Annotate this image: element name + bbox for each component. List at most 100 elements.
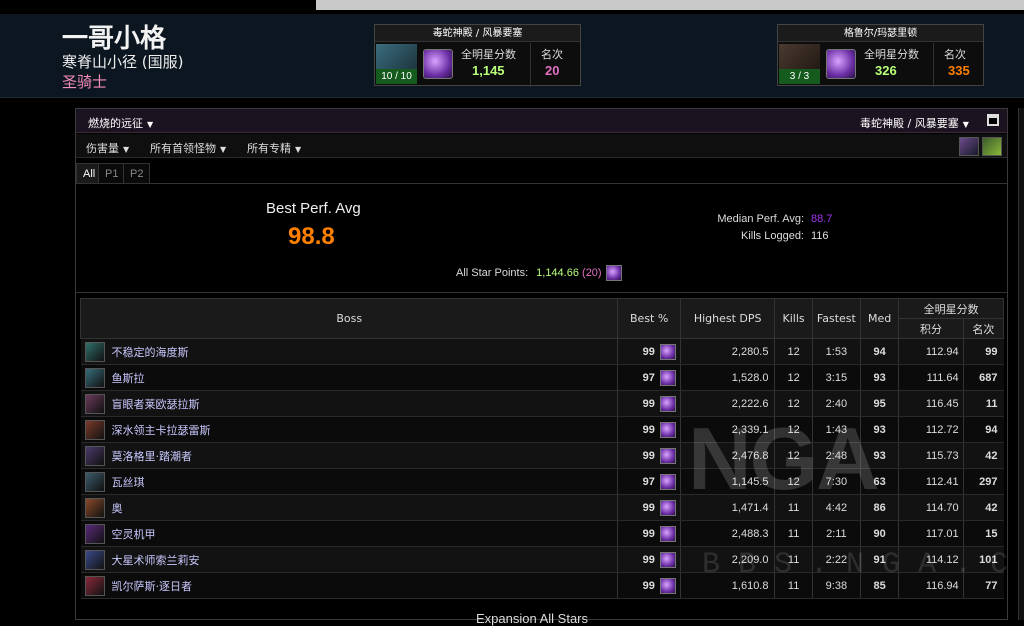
header-boss[interactable]: Boss xyxy=(79,298,619,339)
zone-summary-gruul-mag[interactable]: 格鲁尔/玛瑟里顿 3 / 3 全明星分数 326 名次 335 xyxy=(777,24,984,87)
best-percent: 99 xyxy=(642,423,655,436)
highest-dps: 2,222.6 xyxy=(679,390,775,417)
boss-name[interactable]: 不稳定的海度斯 xyxy=(112,346,189,359)
expansion-dropdown[interactable]: 燃烧的远征 ▼ xyxy=(88,115,153,131)
boss-cell[interactable]: 深水领主卡拉瑟雷斯 xyxy=(80,416,618,443)
best-percent-cell: 99 xyxy=(617,390,681,417)
zone-rank-label: 名次 xyxy=(944,48,966,61)
boss-row[interactable]: 盲眼者莱欧瑟拉斯 99 2,222.6 12 2:40 95 116.45 11 xyxy=(80,390,1004,417)
boss-name[interactable]: 瓦丝琪 xyxy=(112,476,145,489)
all-star-icon xyxy=(659,551,676,568)
best-percent-cell: 99 xyxy=(617,442,681,469)
kills: 11 xyxy=(774,520,813,547)
all-star-points: 112.94 xyxy=(898,338,964,365)
boss-row[interactable]: 凯尔萨斯·逐日者 99 1,610.8 11 9:38 85 116.94 77 xyxy=(80,572,1004,599)
boss-name[interactable]: 奥 xyxy=(112,502,123,515)
median: 93 xyxy=(860,364,899,391)
zone-summary-ssc-tk[interactable]: 毒蛇神殿 / 风暴要塞 10 / 10 全明星分数 1,145 名次 20 xyxy=(374,24,581,87)
zone-dropdown[interactable]: 毒蛇神殿 / 风暴要塞 ▼ xyxy=(860,115,969,131)
header-fastest[interactable]: Fastest xyxy=(811,298,862,339)
boss-cell[interactable]: 大星术师索兰莉安 xyxy=(80,546,618,573)
best-percent: 99 xyxy=(642,345,655,358)
header-med[interactable]: Med xyxy=(860,298,900,339)
boss-row[interactable]: 瓦丝琪 97 1,145.5 12 7:30 63 112.41 297 xyxy=(80,468,1004,495)
phase-tabs: All P1 P2 xyxy=(76,159,1007,184)
best-perf-value: 98.8 xyxy=(288,223,335,250)
fastest: 2:48 xyxy=(811,442,861,469)
boss-cell[interactable]: 奥 xyxy=(80,494,618,521)
best-percent-cell: 99 xyxy=(617,494,681,521)
header-dps[interactable]: Highest DPS xyxy=(679,298,776,339)
boss-row[interactable]: 莫洛格里·踏潮者 99 2,476.8 12 2:48 93 115.73 42 xyxy=(80,442,1004,469)
boss-icon xyxy=(84,549,105,570)
zone-progress: 3 / 3 xyxy=(779,69,820,84)
chevron-down-icon: ▼ xyxy=(220,144,227,154)
zone-score: 326 xyxy=(875,63,897,78)
boss-icon xyxy=(84,419,105,440)
all-star-points: 115.73 xyxy=(898,442,964,469)
header-rank[interactable]: 名次 xyxy=(962,318,1005,339)
best-percent-cell: 97 xyxy=(617,468,681,495)
boss-name[interactable]: 盲眼者莱欧瑟拉斯 xyxy=(112,398,200,411)
spec-label: 所有专精 xyxy=(247,142,291,155)
character-realm: 寒脊山小径 (国服) xyxy=(62,53,184,71)
expansion-all-stars-heading: Expansion All Stars xyxy=(476,611,589,626)
boss-name[interactable]: 深水领主卡拉瑟雷斯 xyxy=(112,424,211,437)
median: 93 xyxy=(860,442,899,469)
all-star-rank: 687 xyxy=(962,364,1004,391)
highest-dps: 2,280.5 xyxy=(679,338,775,365)
bosses-dropdown[interactable]: 所有首领怪物 ▼ xyxy=(150,140,226,156)
boss-cell[interactable]: 瓦丝琪 xyxy=(80,468,618,495)
boss-name[interactable]: 凯尔萨斯·逐日者 xyxy=(112,580,193,593)
spec-dropdown[interactable]: 所有专精 ▼ xyxy=(247,140,301,156)
highest-dps: 2,209.0 xyxy=(679,546,775,573)
all-star-icon xyxy=(826,49,856,79)
boss-row[interactable]: 大星术师索兰莉安 99 2,209.0 11 2:22 91 114.12 101 xyxy=(80,546,1004,573)
kills-logged-label: Kills Logged: xyxy=(741,230,804,242)
all-star-rank: 11 xyxy=(962,390,1004,417)
tab-p1[interactable]: P1 xyxy=(98,163,126,183)
boss-icon xyxy=(84,497,105,518)
side-scrollbar[interactable] xyxy=(1018,108,1024,620)
boss-name[interactable]: 大星术师索兰莉安 xyxy=(112,554,200,567)
fastest: 2:40 xyxy=(811,390,861,417)
boss-row[interactable]: 不稳定的海度斯 99 2,280.5 12 1:53 94 112.94 99 xyxy=(80,338,1004,365)
zone-progress: 10 / 10 xyxy=(376,69,417,84)
boss-cell[interactable]: 盲眼者莱欧瑟拉斯 xyxy=(80,390,618,417)
header-best[interactable]: Best % xyxy=(617,298,681,339)
chevron-down-icon: ▼ xyxy=(123,144,130,154)
all-star-points: 116.94 xyxy=(898,572,964,599)
zone-score-label: 全明星分数 xyxy=(864,48,919,61)
best-percent-cell: 99 xyxy=(617,338,681,365)
character-compare-icon[interactable] xyxy=(959,137,979,156)
boss-cell[interactable]: 空灵机甲 xyxy=(80,520,618,547)
boss-cell[interactable]: 凯尔萨斯·逐日者 xyxy=(80,572,618,599)
tab-p2[interactable]: P2 xyxy=(123,163,151,183)
all-star-points: 111.64 xyxy=(898,364,964,391)
header-kills[interactable]: Kills xyxy=(774,298,813,339)
median: 95 xyxy=(860,390,899,417)
boss-row[interactable]: 鱼斯拉 97 1,528.0 12 3:15 93 111.64 687 xyxy=(80,364,1004,391)
all-star-points: 112.72 xyxy=(898,416,964,443)
boss-cell[interactable]: 鱼斯拉 xyxy=(80,364,618,391)
all-star-points-value: 1,144.66 xyxy=(536,266,579,279)
metric-dropdown[interactable]: 伤害量 ▼ xyxy=(86,140,129,156)
metric-label: 伤害量 xyxy=(86,142,119,155)
key-icon[interactable] xyxy=(982,137,1002,156)
all-star-icon xyxy=(659,421,676,438)
boss-name[interactable]: 鱼斯拉 xyxy=(112,372,145,385)
all-star-icon xyxy=(659,447,676,464)
boss-name[interactable]: 莫洛格里·踏潮者 xyxy=(112,450,193,463)
boss-row[interactable]: 空灵机甲 99 2,488.3 11 2:11 90 117.01 15 xyxy=(80,520,1004,547)
boss-cell[interactable]: 不稳定的海度斯 xyxy=(80,338,618,365)
character-class: 圣骑士 xyxy=(62,73,108,91)
highest-dps: 2,488.3 xyxy=(679,520,775,547)
boss-row[interactable]: 奥 99 1,471.4 11 4:42 86 114.70 42 xyxy=(80,494,1004,521)
boss-name[interactable]: 空灵机甲 xyxy=(112,528,156,541)
maximize-icon[interactable] xyxy=(987,114,999,126)
boss-cell[interactable]: 莫洛格里·踏潮者 xyxy=(80,442,618,469)
all-star-icon xyxy=(659,525,676,542)
boss-row[interactable]: 深水领主卡拉瑟雷斯 99 2,339.1 12 1:43 93 112.72 94 xyxy=(80,416,1004,443)
header-points[interactable]: 积分 xyxy=(898,318,964,339)
highest-dps: 1,471.4 xyxy=(679,494,775,521)
